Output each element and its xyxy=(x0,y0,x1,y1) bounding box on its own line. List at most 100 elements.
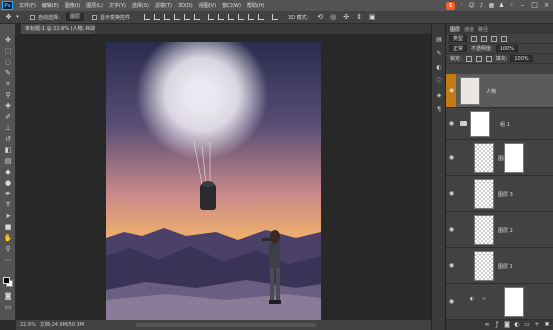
crop-tool-icon[interactable]: ⌗ xyxy=(3,80,13,89)
move-tool-icon[interactable]: ✥ xyxy=(3,36,13,45)
menu-select[interactable]: 选择(S) xyxy=(132,2,149,9)
menu-view[interactable]: 视图(V) xyxy=(199,2,216,9)
opacity-field[interactable]: 100% xyxy=(495,45,518,52)
document-size[interactable]: 文档:24.9M/50.3M xyxy=(40,320,84,330)
link-layers-icon[interactable]: ∞ xyxy=(484,322,490,328)
horizontal-scrollbar[interactable] xyxy=(136,323,316,327)
punctuation-icon[interactable]: · xyxy=(458,2,465,9)
lasso-tool-icon[interactable]: ◌ xyxy=(3,58,13,67)
properties-icon[interactable]: ✎ xyxy=(435,50,443,58)
user-icon[interactable]: ♟ xyxy=(498,2,505,9)
align-top-icon[interactable] xyxy=(144,14,151,20)
transform-controls-checkbox[interactable] xyxy=(92,14,98,20)
lock-all-icon[interactable] xyxy=(485,55,492,62)
layer-name[interactable]: 图层 1 xyxy=(498,263,513,270)
menu-file[interactable]: 文件(F) xyxy=(19,2,36,9)
distribute-right-icon[interactable] xyxy=(258,14,265,20)
healing-brush-tool-icon[interactable]: ✚ xyxy=(3,102,13,111)
new-adjustment-icon[interactable]: ◐ xyxy=(514,322,520,328)
layer-row[interactable]: ◉ 图层 4 xyxy=(446,140,553,176)
align-vcenter-icon[interactable] xyxy=(154,14,161,20)
add-mask-icon[interactable]: ◙ xyxy=(504,322,510,328)
align-left-icon[interactable] xyxy=(174,14,181,20)
layer-name[interactable]: 图层 3 xyxy=(498,191,513,198)
eraser-tool-icon[interactable]: ◧ xyxy=(3,146,13,155)
layer-row[interactable]: ◉ 组 1 xyxy=(446,108,553,140)
fx-icon[interactable]: ƒ xyxy=(494,322,500,328)
tab-channels[interactable]: 通道 xyxy=(464,26,474,33)
ime-icon[interactable]: S xyxy=(446,1,455,10)
fill-field[interactable]: 100% xyxy=(510,55,533,62)
eye-icon[interactable]: ◉ xyxy=(448,155,455,161)
menu-filter[interactable]: 滤镜(T) xyxy=(155,2,172,9)
new-layer-icon[interactable]: + xyxy=(534,322,540,328)
tab-paths[interactable]: 路径 xyxy=(478,26,488,33)
shape-tool-icon[interactable]: ■ xyxy=(3,223,13,232)
menu-edit[interactable]: 编辑(E) xyxy=(42,2,59,9)
align-right-icon[interactable] xyxy=(194,14,201,20)
new-group-icon[interactable]: ▭ xyxy=(524,322,530,328)
document-tab[interactable]: 未标题-1 @ 22.6% (人物, RGB/8) * xyxy=(21,24,95,34)
3d-roll-icon[interactable]: ◎ xyxy=(329,13,338,22)
3d-slide-icon[interactable]: ⇕ xyxy=(355,13,364,22)
filter-adjustment-icon[interactable] xyxy=(481,35,488,42)
layer-name[interactable]: 图层 2 xyxy=(498,227,513,234)
blend-mode-dropdown[interactable]: 正常 xyxy=(449,45,468,52)
clone-stamp-tool-icon[interactable]: ⊥ xyxy=(3,124,13,133)
quick-select-tool-icon[interactable]: ✎ xyxy=(3,69,13,78)
move-tool-icon[interactable]: ✥ xyxy=(4,13,13,22)
lock-pixels-icon[interactable] xyxy=(465,55,472,62)
menu-window[interactable]: 窗口(W) xyxy=(222,2,241,9)
3d-drag-icon[interactable]: ✣ xyxy=(342,13,351,22)
menu-layer[interactable]: 图层(L) xyxy=(86,2,103,9)
adjustments-icon[interactable]: ◐ xyxy=(435,64,443,72)
menu-help[interactable]: 帮助(H) xyxy=(247,2,265,9)
align-bottom-icon[interactable] xyxy=(164,14,171,20)
menu-type[interactable]: 文字(Y) xyxy=(109,2,126,9)
quick-mask-icon[interactable]: ◙ xyxy=(3,292,13,301)
eye-icon[interactable]: ◉ xyxy=(448,299,455,305)
filter-type-icon[interactable] xyxy=(491,35,498,42)
blur-tool-icon[interactable]: ◆ xyxy=(3,168,13,177)
trash-icon[interactable]: ✖ xyxy=(544,322,550,328)
layer-row[interactable]: ◉ 人物 xyxy=(446,74,553,108)
paragraph-icon[interactable]: ¶ xyxy=(435,106,443,114)
history-brush-tool-icon[interactable]: ↺ xyxy=(3,135,13,144)
link-icon[interactable]: ∞ xyxy=(482,296,486,302)
align-hcenter-icon[interactable] xyxy=(184,14,191,20)
filter-pixel-icon[interactable] xyxy=(471,35,478,42)
distribute-top-icon[interactable] xyxy=(208,14,215,20)
marquee-tool-icon[interactable]: ⬚ xyxy=(3,47,13,56)
eye-icon[interactable]: ◉ xyxy=(448,191,455,197)
3d-scale-icon[interactable]: ▣ xyxy=(368,13,377,22)
zoom-tool-icon[interactable]: ⚲ xyxy=(3,245,13,254)
auto-select-dropdown[interactable]: 图层 xyxy=(66,13,85,21)
mic-icon[interactable]: ♪ xyxy=(478,2,485,9)
layer-name[interactable]: 组 1 xyxy=(500,121,510,128)
foreground-color-swatch[interactable] xyxy=(3,277,10,284)
eye-icon[interactable]: ◉ xyxy=(448,227,455,233)
layer-row[interactable]: ◉ 图层 2 xyxy=(446,212,553,248)
more-tools-icon[interactable]: ⋯ xyxy=(3,256,13,265)
chevron-down-icon[interactable]: ▾ xyxy=(13,13,22,22)
path-select-tool-icon[interactable]: ➤ xyxy=(3,212,13,221)
layer-row[interactable]: ◉ 图层 3 xyxy=(446,176,553,212)
layer-kind-filter[interactable]: 类型 xyxy=(449,35,468,42)
hand-tool-icon[interactable]: ✋ xyxy=(3,234,13,243)
menu-3d[interactable]: 3D(D) xyxy=(178,3,193,9)
auto-align-icon[interactable] xyxy=(272,14,279,20)
tab-layers[interactable]: 图层 xyxy=(450,26,460,33)
minimize-icon[interactable]: – xyxy=(518,1,527,10)
menu-image[interactable]: 图像(I) xyxy=(65,2,80,9)
pen-tool-icon[interactable]: ✒ xyxy=(3,190,13,199)
emoji-icon[interactable]: ☺ xyxy=(468,2,475,9)
document-canvas[interactable] xyxy=(106,42,321,320)
screen-mode-icon[interactable]: ▭ xyxy=(3,303,13,312)
info-icon[interactable]: ⓘ xyxy=(435,78,443,86)
gradient-tool-icon[interactable]: ▤ xyxy=(3,157,13,166)
layer-row[interactable]: ◉ 图层 1 xyxy=(446,248,553,284)
layer-row[interactable]: ◉ ◐ ∞ xyxy=(446,284,553,320)
distribute-left-icon[interactable] xyxy=(238,14,245,20)
distribute-bottom-icon[interactable] xyxy=(228,14,235,20)
layer-name[interactable]: 人物 xyxy=(486,88,496,95)
